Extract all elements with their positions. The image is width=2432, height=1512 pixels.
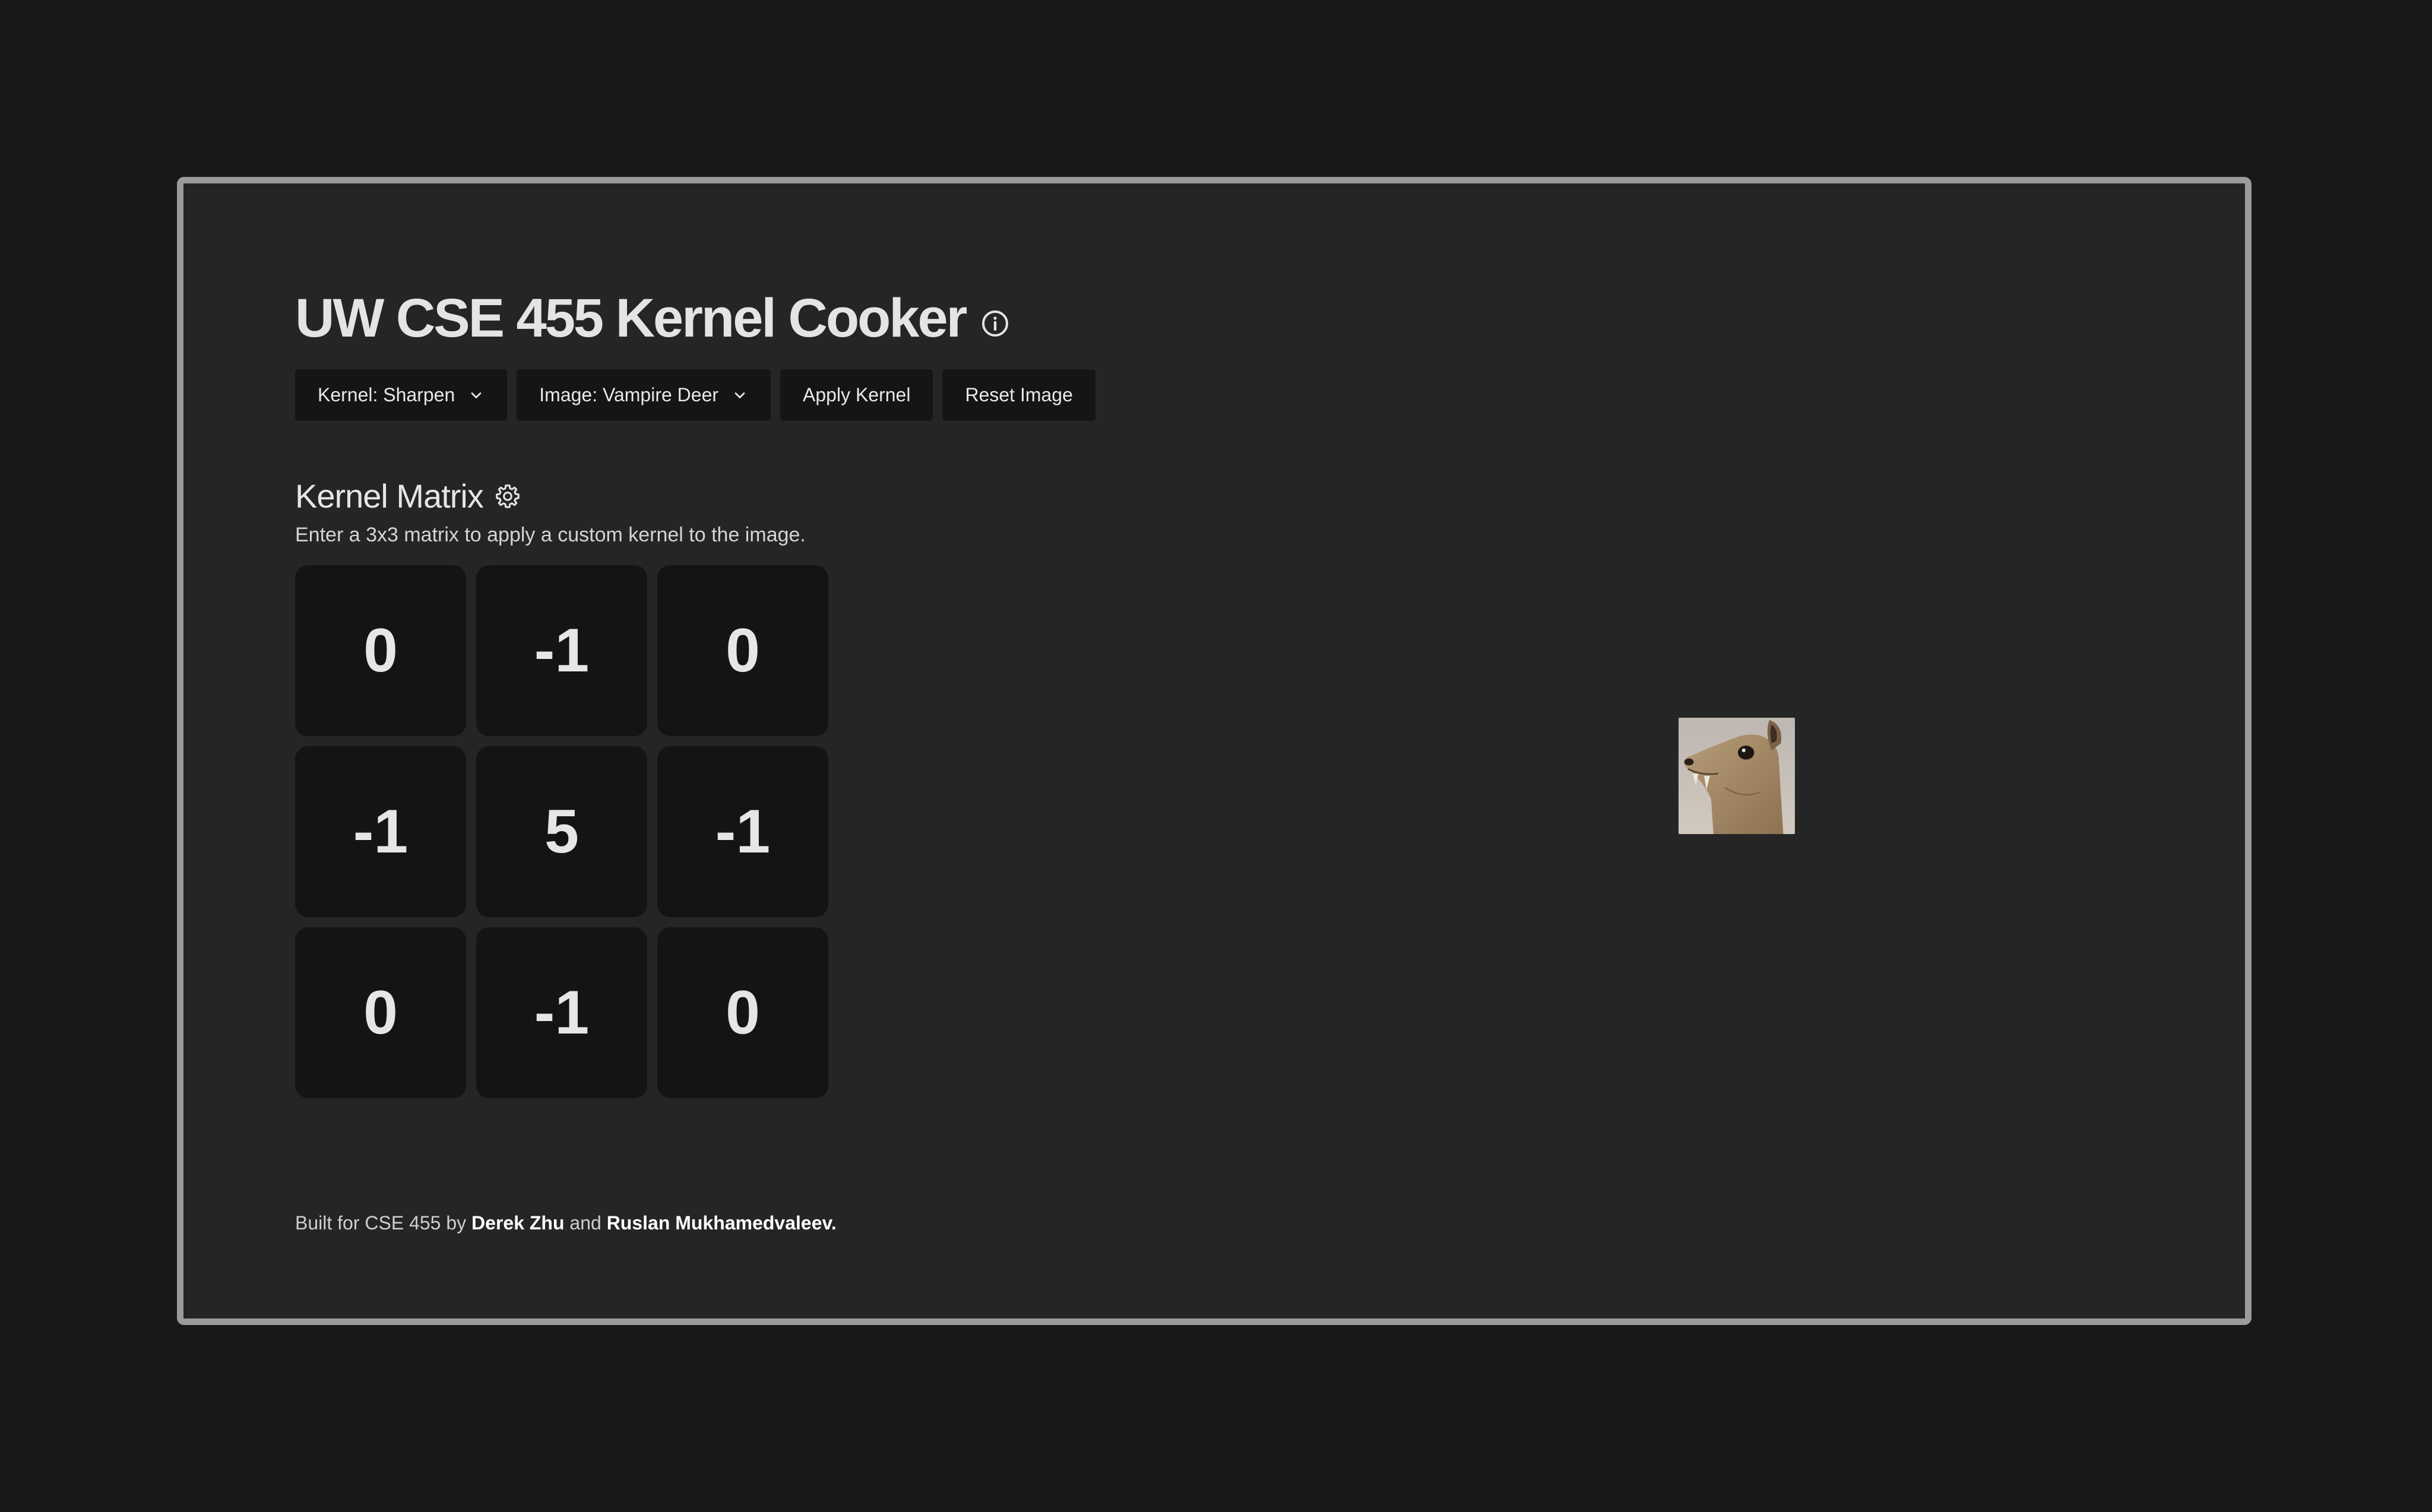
gear-icon[interactable] [494,483,521,510]
kernel-select-label: Kernel: Sharpen [318,384,455,405]
image-select[interactable]: Image: Vampire Deer [517,369,771,421]
footer: Built for CSE 455 by Derek Zhu and Rusla… [295,1212,837,1234]
kernel-cell-2-0[interactable]: 0 [295,927,466,1098]
kernel-cell-1-0[interactable]: -1 [295,746,466,917]
info-icon[interactable] [981,309,1009,338]
kernel-cell-1-2[interactable]: -1 [657,746,828,917]
author-link-derek[interactable]: Derek Zhu [471,1212,564,1234]
kernel-cell-0-0[interactable]: 0 [295,565,466,736]
kernel-cell-0-2[interactable]: 0 [657,565,828,736]
deer-image [1679,718,1795,834]
author-link-ruslan[interactable]: Ruslan Mukhamedvaleev [607,1212,831,1234]
kernel-cell-2-2[interactable]: 0 [657,927,828,1098]
reset-image-label: Reset Image [965,384,1073,405]
chevron-down-icon [471,392,482,398]
image-select-label: Image: Vampire Deer [539,384,719,405]
kernel-matrix-grid: 0 -1 0 -1 5 -1 0 -1 0 [295,565,828,1098]
title-row: UW CSE 455 Kernel Cooker [295,291,1009,345]
kernel-matrix-description: Enter a 3x3 matrix to apply a custom ker… [295,524,806,546]
kernel-select[interactable]: Kernel: Sharpen [295,369,508,421]
page-title: UW CSE 455 Kernel Cooker [295,288,967,348]
kernel-section-header: Kernel Matrix [295,480,521,513]
toolbar: Kernel: Sharpen Image: Vampire Deer Appl… [295,369,1095,421]
footer-suffix: . [831,1212,837,1234]
footer-conjunction: and [569,1212,601,1234]
kernel-cell-0-1[interactable]: -1 [476,565,647,736]
kernel-cell-2-1[interactable]: -1 [476,927,647,1098]
footer-prefix: Built for CSE 455 by [295,1212,467,1234]
apply-kernel-button[interactable]: Apply Kernel [780,369,933,421]
chevron-down-icon [734,392,745,398]
image-preview [1679,718,1795,834]
kernel-matrix-title: Kernel Matrix [295,477,484,515]
apply-kernel-label: Apply Kernel [803,384,911,405]
kernel-cell-1-1[interactable]: 5 [476,746,647,917]
reset-image-button[interactable]: Reset Image [942,369,1095,421]
